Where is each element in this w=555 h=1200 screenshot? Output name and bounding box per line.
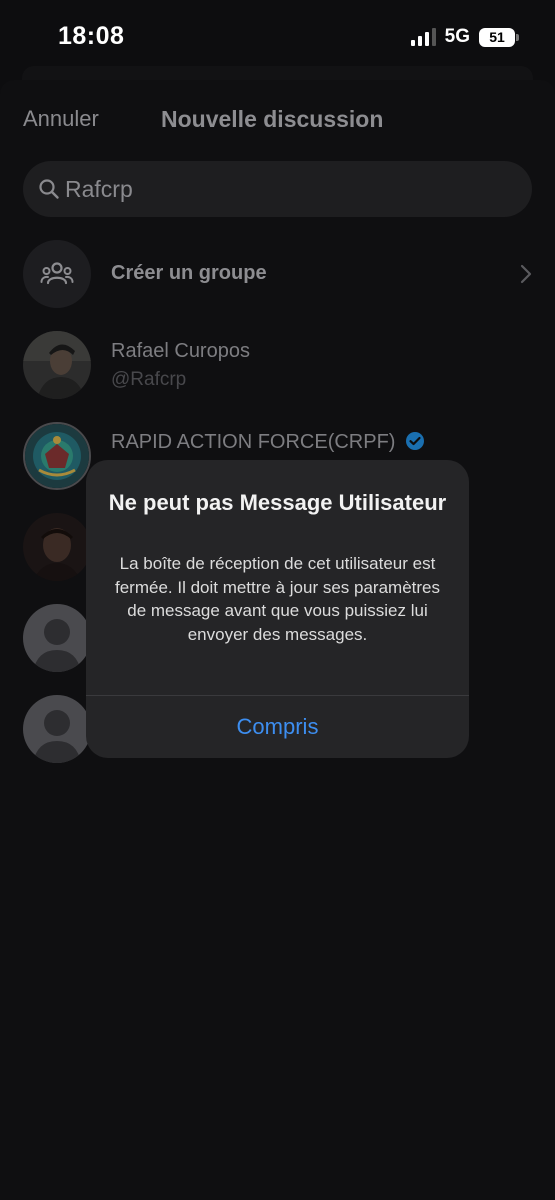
search-input[interactable] — [65, 161, 505, 217]
search-icon — [39, 179, 59, 199]
contact-name-text: RAPID ACTION FORCE(CRPF) — [111, 431, 396, 453]
create-group-label: Créer un groupe — [111, 262, 267, 284]
group-icon — [40, 262, 74, 285]
chevron-right-icon — [520, 264, 532, 284]
cancel-button[interactable]: Annuler — [23, 106, 99, 132]
battery-level: 51 — [489, 29, 505, 45]
signal-icon — [410, 28, 436, 46]
profile-photo — [23, 331, 91, 399]
group-avatar — [23, 240, 91, 308]
status-indicators: 5G 51 — [410, 26, 519, 48]
alert-dialog: Ne peut pas Message Utilisateur La boîte… — [86, 460, 469, 758]
status-time: 18:08 — [58, 22, 125, 50]
battery-icon: 51 — [479, 27, 519, 47]
dialog-title: Ne peut pas Message Utilisateur — [108, 490, 447, 515]
profile-photo — [23, 513, 91, 581]
search-bar[interactable] — [23, 161, 532, 217]
create-group-row[interactable]: Créer un groupe — [23, 240, 532, 310]
avatar — [23, 513, 91, 581]
list-item[interactable]: Rafael Curopos @Rafcrp — [23, 331, 532, 401]
contact-handle: @Rafcrp — [111, 369, 187, 390]
avatar — [23, 331, 91, 399]
page-title: Nouvelle discussion — [161, 106, 384, 132]
dialog-message: La boîte de réception de cet utilisateur… — [114, 554, 441, 644]
avatar — [23, 422, 91, 490]
force-emblem — [25, 424, 89, 488]
default-avatar-icon — [23, 604, 91, 672]
contact-name: RAPID ACTION FORCE(CRPF) — [111, 431, 425, 454]
confirm-button[interactable]: Compris — [86, 696, 469, 758]
status-bar: 18:08 5G 51 — [0, 0, 555, 70]
default-avatar-icon — [23, 695, 91, 763]
network-type: 5G — [444, 26, 470, 47]
verified-badge-icon — [406, 432, 425, 450]
contact-name: Rafael Curopos — [111, 340, 250, 362]
